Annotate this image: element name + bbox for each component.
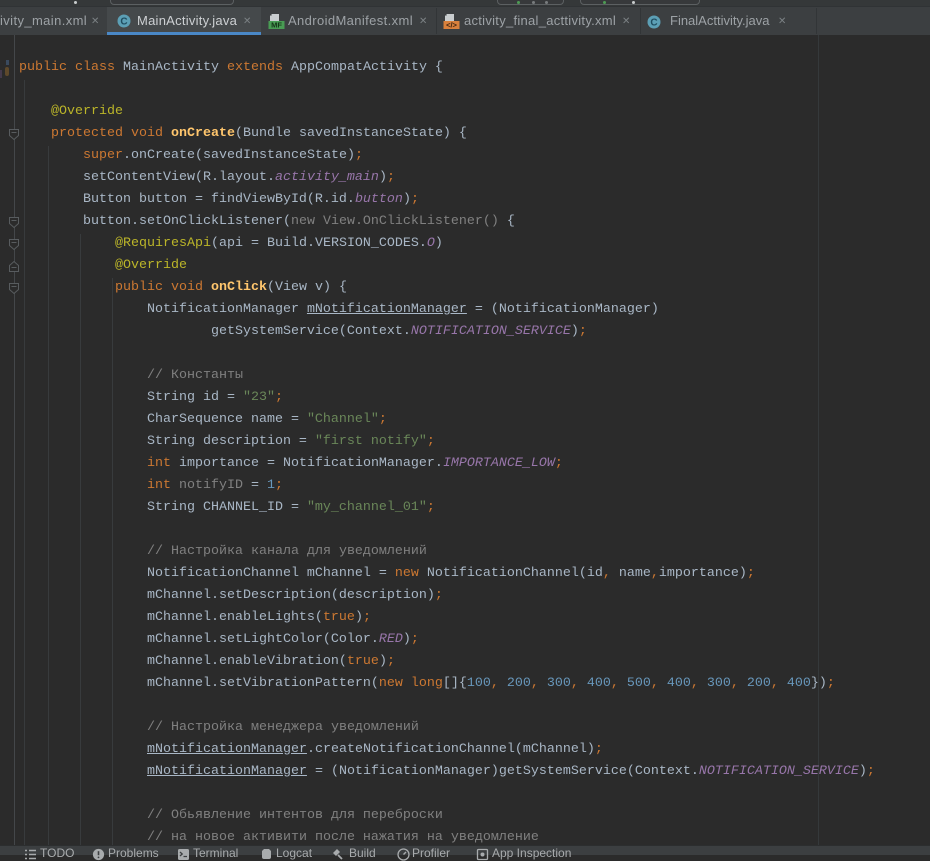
svg-text:</>: </> [446, 21, 457, 30]
svg-text:C: C [650, 18, 657, 29]
svg-text:C: C [120, 17, 127, 28]
svg-text:MF: MF [271, 21, 282, 30]
